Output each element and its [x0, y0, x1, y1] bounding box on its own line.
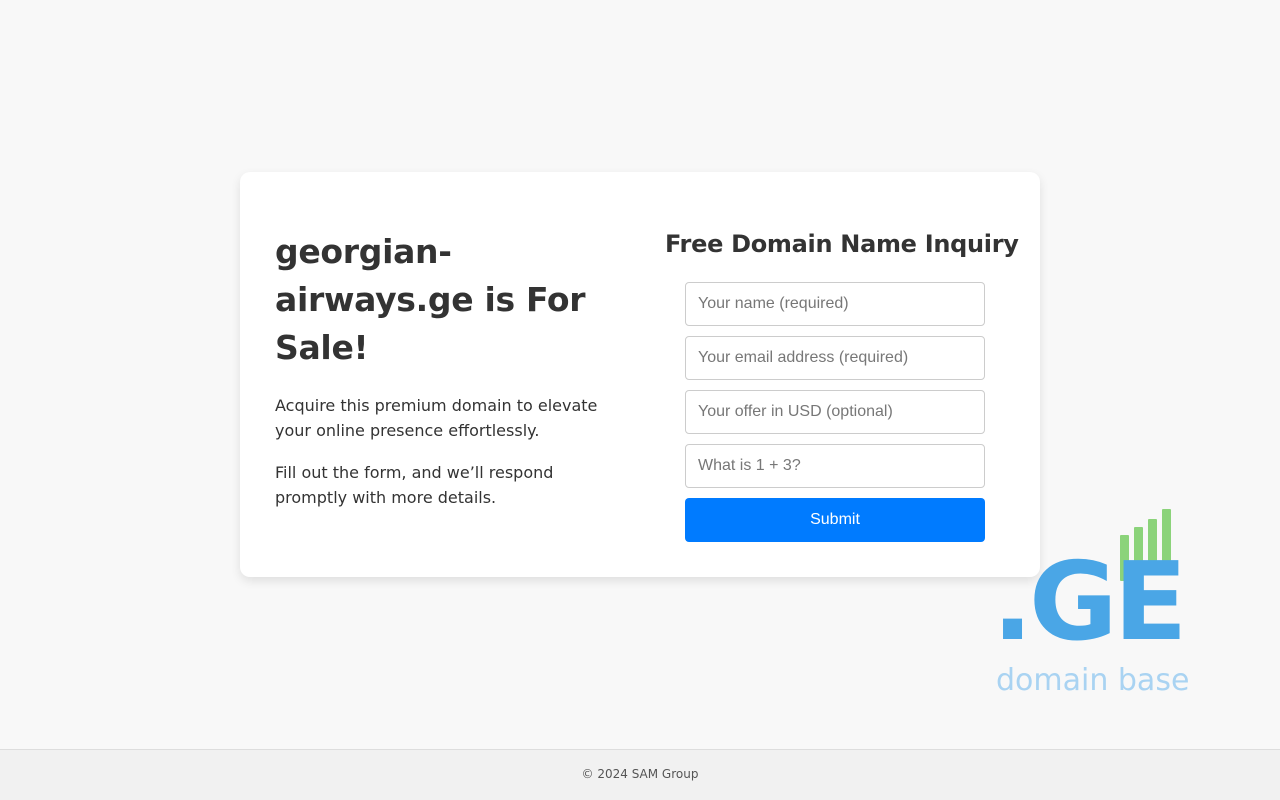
logo-mark: .GE: [992, 540, 1183, 665]
inquiry-form-title: Free Domain Name Inquiry: [665, 230, 1019, 258]
ge-domain-base-logo: .GE domain base: [990, 505, 1200, 700]
page: georgian-airways.ge is For Sale! Acquire…: [0, 0, 1280, 800]
name-input[interactable]: [685, 282, 985, 326]
domain-sale-heading: georgian-airways.ge is For Sale!: [275, 232, 586, 367]
sale-instructions: Fill out the form, and we’ll respond pro…: [275, 463, 554, 507]
inquiry-form: Submit: [685, 282, 985, 542]
sale-info: georgian-airways.ge is For Sale! Acquire…: [275, 228, 615, 510]
email-input[interactable]: [685, 336, 985, 380]
logo-tagline: domain base: [996, 663, 1189, 698]
ge-logo-graphic: .GE domain base: [992, 509, 1189, 698]
sale-description: Acquire this premium domain to elevate y…: [275, 396, 598, 440]
captcha-input[interactable]: [685, 444, 985, 488]
submit-button[interactable]: Submit: [685, 498, 985, 542]
footer: © 2024 SAM Group: [0, 749, 1280, 800]
inquiry-section: Free Domain Name Inquiry Submit: [665, 228, 1019, 542]
sale-card: georgian-airways.ge is For Sale! Acquire…: [240, 172, 1040, 577]
footer-copyright: © 2024 SAM Group: [581, 767, 699, 781]
offer-input[interactable]: [685, 390, 985, 434]
